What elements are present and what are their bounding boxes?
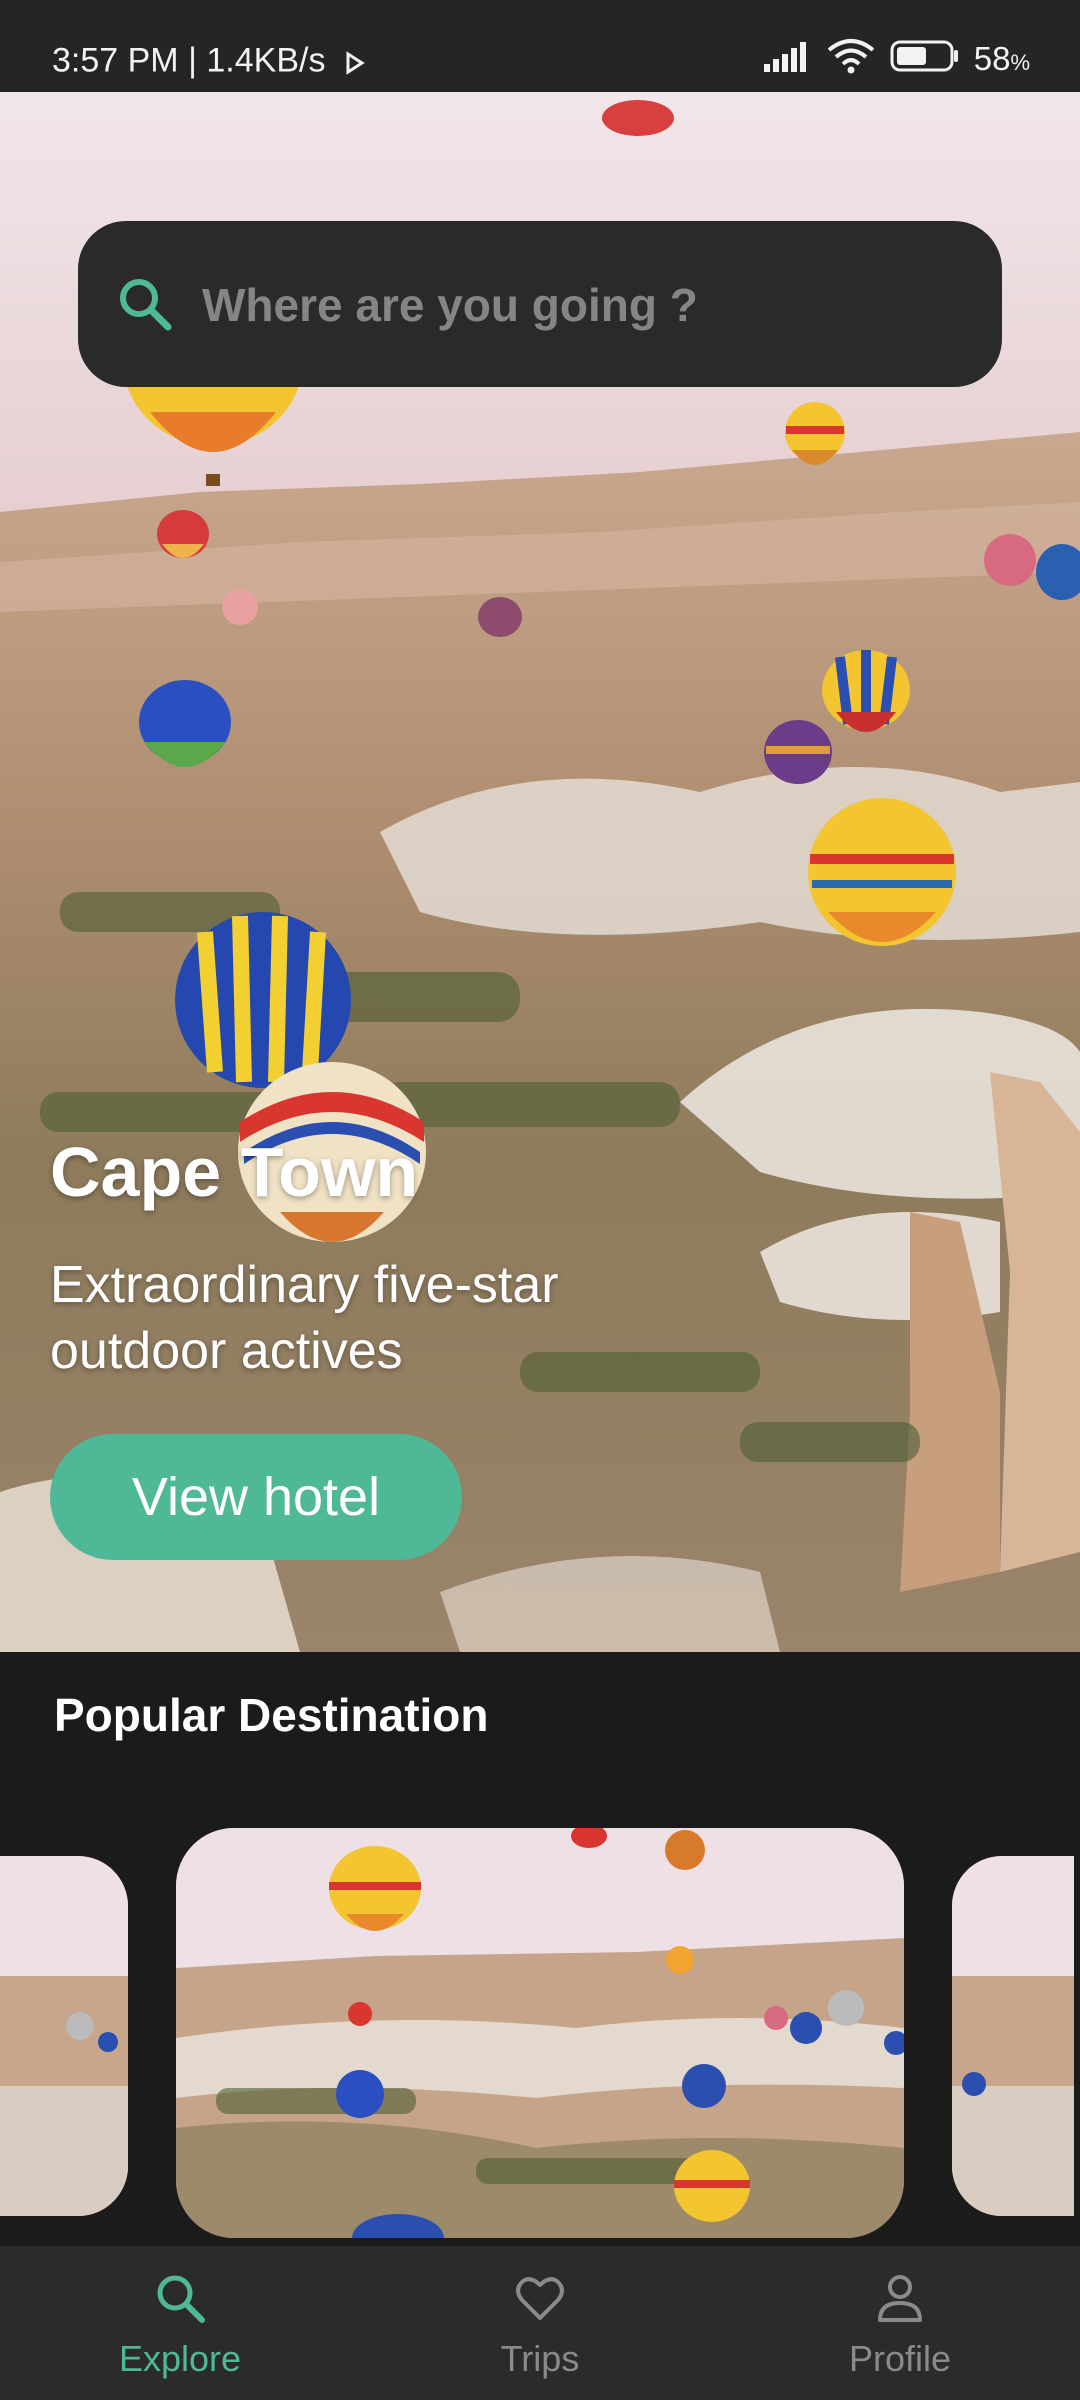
search-bar[interactable] xyxy=(78,221,1002,387)
nav-item-profile[interactable]: Profile xyxy=(800,2246,1000,2400)
nav-label: Explore xyxy=(118,2338,242,2379)
search-icon xyxy=(116,275,174,338)
destination-card-next[interactable] xyxy=(952,1856,1074,2216)
status-network-speed: 1.4KB/s xyxy=(206,41,326,80)
destination-image xyxy=(176,1828,904,2238)
wifi-icon xyxy=(826,38,876,79)
section-title-popular: Popular Destination xyxy=(54,1689,489,1741)
status-bar: 3:57 PM | 1.4KB/s 58% xyxy=(0,0,1080,92)
destination-image xyxy=(0,1856,128,2216)
battery-icon xyxy=(890,39,960,78)
nav-label: Profile xyxy=(848,2338,952,2379)
person-icon xyxy=(872,2270,928,2326)
nav-item-explore[interactable]: Explore xyxy=(80,2246,280,2400)
hero-title: Cape Town xyxy=(50,1133,419,1211)
search-input[interactable] xyxy=(200,269,964,341)
hero-subtitle: Extraordinary five-star outdoor actives xyxy=(50,1256,559,1380)
status-left: 3:57 PM | 1.4KB/s xyxy=(52,40,365,81)
nav-item-trips[interactable]: Trips xyxy=(440,2246,640,2400)
bottom-navigation: Explore Trips Profile xyxy=(0,2246,1080,2400)
destination-image xyxy=(952,1856,1074,2216)
status-separator: | xyxy=(188,41,197,80)
view-hotel-button[interactable]: View hotel xyxy=(50,1434,462,1560)
play-icon xyxy=(335,42,365,80)
signal-icon xyxy=(762,40,812,77)
heart-icon xyxy=(512,2270,568,2326)
search-icon xyxy=(152,2270,208,2326)
status-right: 58% xyxy=(762,38,1030,79)
status-time: 3:57 PM xyxy=(52,41,179,80)
hero-banner[interactable]: Cape Town Extraordinary five-star outdoo… xyxy=(0,92,1080,1652)
battery-percent: 58% xyxy=(973,39,1030,77)
destination-card-featured[interactable] xyxy=(176,1828,904,2238)
nav-label: Trips xyxy=(500,2338,580,2379)
destination-card-previous[interactable] xyxy=(0,1856,128,2216)
